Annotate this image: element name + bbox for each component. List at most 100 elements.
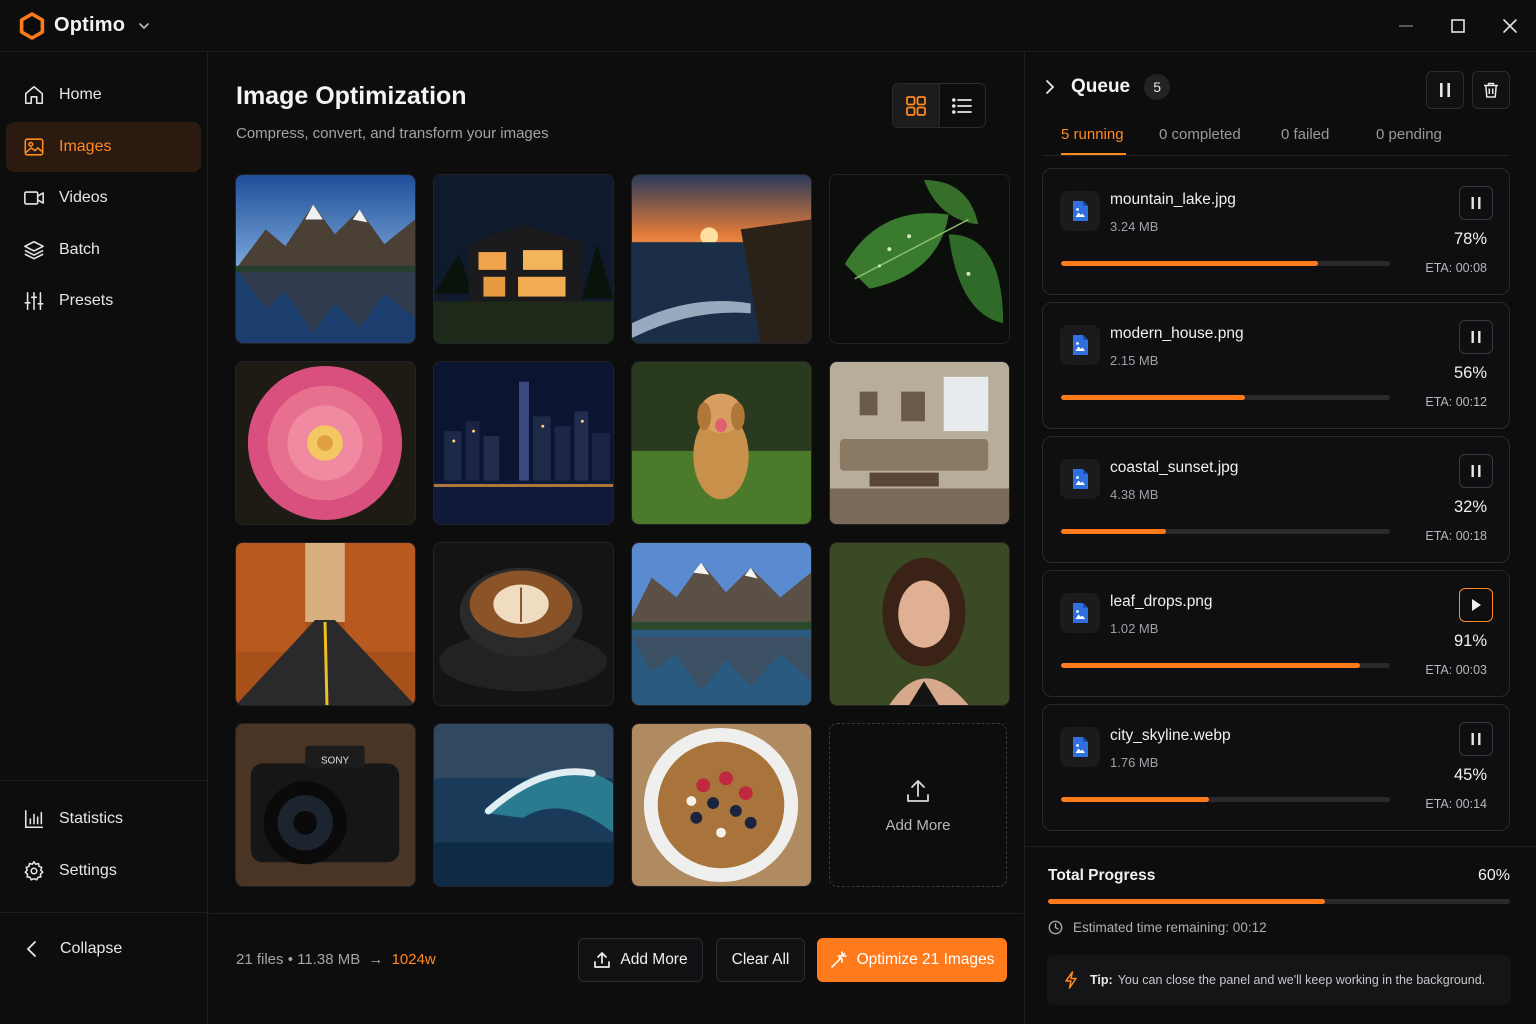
- optimize-button[interactable]: Optimize 21 Images: [817, 938, 1007, 982]
- job-progress-bar: [1061, 663, 1390, 668]
- lightning-icon: [1065, 971, 1077, 989]
- image-file-icon: [1060, 459, 1100, 499]
- image-thumbnail-leaf-drops[interactable]: [829, 174, 1010, 344]
- tip-text: You can close the panel and we'll keep w…: [1117, 973, 1486, 987]
- close-button[interactable]: [1484, 0, 1536, 52]
- image-thumbnail-living-room[interactable]: [829, 361, 1010, 525]
- job-progress-fill: [1061, 261, 1318, 266]
- image-file-icon: [1060, 325, 1100, 365]
- tab-pending[interactable]: 0 pending: [1376, 126, 1442, 143]
- sidebar-item-label: Images: [59, 137, 112, 155]
- files-summary: 21 files • 11.38 MB → 1024w: [236, 951, 436, 968]
- queue-job-card: city_skyline.webp 1.76 MB 45% ETA: 00:14: [1042, 704, 1510, 831]
- image-thumbnail-mountain-reflection[interactable]: [631, 542, 812, 706]
- active-tab-indicator: [1061, 153, 1126, 155]
- job-file-name: coastal_sunset.jpg: [1110, 459, 1239, 476]
- list-icon: [952, 97, 973, 114]
- footer-bar: 21 files • 11.38 MB → 1024w Add More Cle…: [209, 913, 1023, 1024]
- tab-running[interactable]: 5 running: [1061, 126, 1124, 143]
- job-percent: 32%: [1453, 498, 1487, 516]
- job-eta: ETA: 00:14: [1425, 797, 1487, 811]
- play-icon: [1472, 599, 1481, 611]
- queue-panel: Queue 5 5 running 0 completed 0 failed 0…: [1024, 52, 1536, 1024]
- job-progress-bar: [1061, 797, 1390, 802]
- add-more-button-label: Add More: [620, 951, 688, 968]
- tip-banner: Tip: You can close the panel and we'll ke…: [1047, 955, 1511, 1005]
- pause-icon: [1471, 197, 1481, 209]
- image-thumbnail-latte-art[interactable]: [433, 542, 614, 706]
- job-file-size: 1.76 MB: [1110, 755, 1159, 770]
- sidebar-item-images[interactable]: Images: [6, 121, 201, 172]
- magic-wand-icon: [830, 951, 847, 968]
- queue-job-card: mountain_lake.jpg 3.24 MB 78% ETA: 00:08: [1042, 168, 1510, 295]
- sidebar-item-settings[interactable]: Settings: [6, 846, 202, 896]
- job-file-name: mountain_lake.jpg: [1110, 191, 1236, 208]
- queue-job-card: leaf_drops.png 1.02 MB 91% ETA: 00:03: [1042, 570, 1510, 697]
- queue-header: Queue 5: [1043, 74, 1171, 100]
- image-thumbnail-city-skyline[interactable]: [433, 361, 614, 525]
- sidebar-item-home[interactable]: Home: [6, 70, 201, 120]
- image-thumbnail-granola-bowl[interactable]: [631, 723, 812, 887]
- image-thumbnail-camera[interactable]: SONY: [235, 723, 416, 887]
- image-icon: [24, 137, 44, 156]
- sidebar-nav: Home Images Videos Batch Presets: [0, 52, 207, 326]
- collapse-button[interactable]: Collapse: [22, 939, 122, 959]
- arrow-icon: →: [368, 951, 384, 968]
- add-more-button[interactable]: Add More: [578, 938, 703, 982]
- pause-job-button[interactable]: [1459, 722, 1493, 756]
- app-brand[interactable]: Optimo: [18, 11, 151, 40]
- job-file-name: modern_house.png: [1110, 325, 1244, 342]
- image-thumbnail-autumn-road[interactable]: [235, 542, 416, 706]
- title-bar: Optimo: [0, 0, 1536, 52]
- clear-all-button[interactable]: Clear All: [716, 938, 805, 982]
- sidebar-item-label: Videos: [59, 189, 108, 206]
- pause-job-button[interactable]: [1459, 454, 1493, 488]
- pause-job-button[interactable]: [1459, 186, 1493, 220]
- image-thumbnail-portrait[interactable]: [829, 542, 1010, 706]
- image-thumbnail-ocean-wave[interactable]: [433, 723, 614, 887]
- job-file-size: 4.38 MB: [1110, 487, 1159, 502]
- grid-view-button[interactable]: [893, 84, 940, 127]
- pause-job-button[interactable]: [1459, 320, 1493, 354]
- estimated-time-row: Estimated time remaining: 00:12: [1048, 920, 1267, 935]
- total-progress-bar: [1048, 899, 1510, 904]
- tab-failed[interactable]: 0 failed: [1281, 126, 1329, 143]
- clear-all-button-label: Clear All: [731, 951, 790, 968]
- layers-icon: [24, 240, 44, 259]
- chevron-right-icon[interactable]: [1043, 78, 1057, 96]
- tab-completed[interactable]: 0 completed: [1159, 126, 1241, 143]
- pause-all-button[interactable]: [1426, 71, 1464, 109]
- image-thumbnail-coastal-sunset[interactable]: [631, 174, 812, 344]
- sidebar-item-batch[interactable]: Batch: [6, 225, 201, 275]
- files-count-size: 21 files • 11.38 MB: [236, 951, 361, 968]
- sidebar-collapse-area: Collapse: [0, 912, 208, 1024]
- image-thumbnail-modern-house[interactable]: [433, 174, 614, 344]
- sidebar-item-statistics[interactable]: Statistics: [6, 794, 202, 844]
- job-percent: 91%: [1453, 632, 1487, 650]
- upload-icon: [594, 952, 611, 968]
- sliders-icon: [24, 291, 44, 311]
- add-more-tile[interactable]: Add More: [829, 723, 1007, 887]
- image-thumbnail-dahlia[interactable]: [235, 361, 416, 525]
- maximize-button[interactable]: [1432, 0, 1484, 52]
- image-thumbnail-golden-retriever[interactable]: [631, 361, 812, 525]
- job-progress-fill: [1061, 529, 1167, 534]
- chevron-down-icon[interactable]: [137, 19, 151, 33]
- sidebar-item-label: Statistics: [59, 810, 124, 827]
- sidebar-item-presets[interactable]: Presets: [6, 276, 201, 326]
- sidebar-item-videos[interactable]: Videos: [6, 173, 201, 223]
- sidebar-item-label: Batch: [59, 240, 100, 258]
- clear-queue-button[interactable]: [1472, 71, 1510, 109]
- main-content: Image Optimization Compress, convert, an…: [209, 52, 1023, 1024]
- resume-job-button[interactable]: [1459, 588, 1493, 622]
- job-progress-bar: [1061, 529, 1390, 534]
- list-view-button[interactable]: [940, 84, 986, 127]
- job-progress-fill: [1061, 395, 1246, 400]
- minimize-button[interactable]: [1380, 0, 1432, 52]
- image-thumbnail-mountain-lake[interactable]: [235, 174, 416, 344]
- job-eta: ETA: 00:08: [1425, 261, 1487, 275]
- job-file-size: 3.24 MB: [1110, 219, 1159, 234]
- queue-tabs: 5 running 0 completed 0 failed 0 pending: [1043, 124, 1509, 156]
- job-progress-fill: [1061, 663, 1361, 668]
- pause-icon: [1471, 465, 1481, 477]
